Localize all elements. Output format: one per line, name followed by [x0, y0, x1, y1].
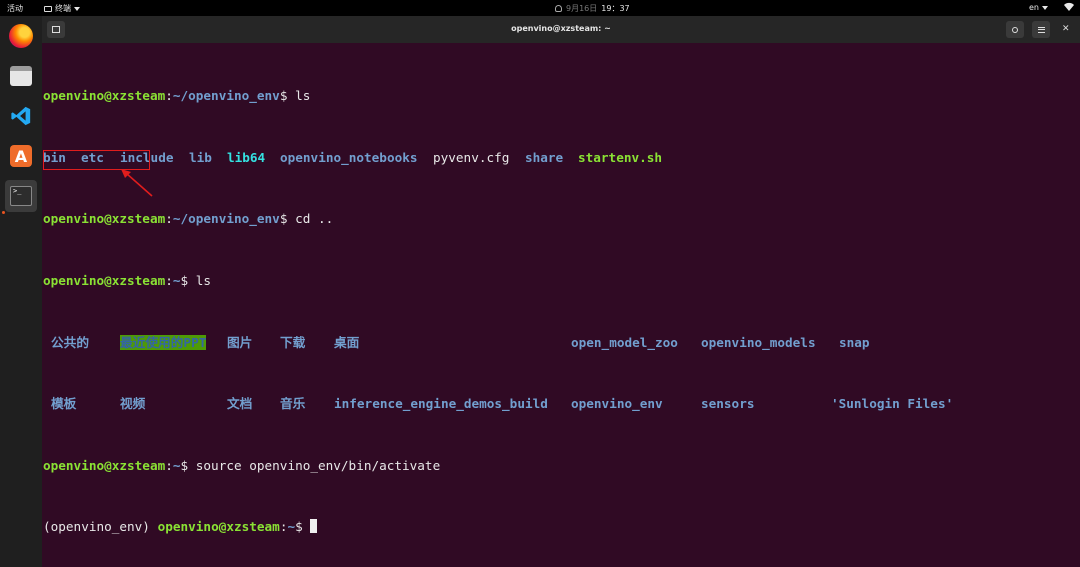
chevron-down-icon	[74, 6, 80, 11]
software-center-icon: A	[10, 145, 32, 167]
prompt-sep: :	[165, 273, 173, 289]
dock-item-firefox[interactable]	[5, 20, 37, 52]
text-cursor	[310, 519, 318, 534]
firefox-icon	[9, 24, 33, 48]
prompt-path: ~	[172, 273, 181, 289]
ls-entry: 桌面	[334, 334, 360, 350]
prompt-user: openvino@xzsteam	[157, 519, 280, 535]
prompt-user: openvino@xzsteam	[43, 211, 166, 227]
terminal-icon: >_	[10, 186, 32, 206]
language-label: en	[1029, 3, 1039, 12]
dock-item-vscode[interactable]	[5, 100, 37, 132]
annotation-arrow	[121, 169, 153, 197]
ls-entry: 图片	[227, 334, 253, 350]
ls-entry: openvino_models	[701, 334, 816, 350]
clock-time: 19：37	[601, 4, 630, 13]
prompt-sep: :	[165, 457, 173, 473]
prompt-sep: :	[165, 88, 173, 104]
wifi-icon[interactable]	[1064, 2, 1074, 14]
ls-entry: pyvenv.cfg	[433, 149, 510, 165]
ls-entry: 文档	[227, 396, 253, 412]
prompt-user: openvino@xzsteam	[43, 273, 166, 289]
dock-item-files[interactable]	[5, 60, 37, 92]
terminal-line: openvino@xzsteam:~$ ls	[43, 273, 1073, 288]
prompt-path: ~/openvino_env	[172, 211, 280, 227]
running-indicator	[2, 211, 5, 214]
ls-entry: openvino_notebooks	[280, 149, 418, 165]
prompt-symbol: $	[180, 273, 196, 289]
clock-date: 9月16日	[566, 4, 598, 13]
search-button[interactable]	[1006, 21, 1024, 38]
prompt-path: ~/openvino_env	[172, 88, 280, 104]
dock-item-software[interactable]: A	[5, 140, 37, 172]
ls-entry: snap	[839, 334, 870, 350]
window-headerbar: openvino@xzsteam: ~ ✕	[42, 16, 1080, 43]
dock: A >_	[0, 16, 42, 567]
clock[interactable]: 9月16日 19：37	[555, 3, 630, 14]
bell-icon	[555, 5, 562, 12]
ls-entry: lib	[189, 149, 212, 165]
ls-entry: share	[525, 149, 564, 165]
ls-entry: 音乐	[280, 396, 306, 412]
prompt-symbol: $	[295, 519, 311, 535]
vscode-icon	[11, 106, 31, 126]
ls-output-line: bin etc include lib lib64 openvino_noteb…	[43, 150, 1073, 165]
command-text: ls	[195, 273, 212, 289]
ls-entry: 模板	[51, 396, 77, 412]
chevron-down-icon	[1042, 5, 1048, 10]
dock-item-terminal[interactable]: >_	[5, 180, 37, 212]
activities-button[interactable]: 活动	[7, 3, 23, 14]
ls-output-line: 模板 视频 文档 音乐 inference_engine_demos_build…	[43, 396, 1073, 411]
hamburger-icon	[1037, 26, 1045, 33]
ls-entry: lib64	[227, 149, 266, 165]
ls-entry: 公共的	[51, 334, 90, 350]
ls-entry: startenv.sh	[578, 149, 663, 165]
prompt-path: ~	[287, 519, 296, 535]
window-title: openvino@xzsteam: ~	[511, 24, 611, 33]
menu-button[interactable]	[1032, 21, 1050, 38]
ls-entry: sensors	[701, 396, 755, 412]
ls-entry: open_model_zoo	[571, 334, 678, 350]
terminal-line: openvino@xzsteam:~/openvino_env$ ls	[43, 88, 1073, 103]
ls-entry: 视频	[120, 396, 146, 412]
terminal-line: openvino@xzsteam:~$ source openvino_env/…	[43, 458, 1073, 473]
ls-entry: 下载	[280, 334, 306, 350]
language-selector[interactable]: en	[1029, 3, 1048, 12]
terminal-output[interactable]: openvino@xzsteam:~/openvino_env$ ls bin …	[43, 42, 1073, 566]
ls-entry: 最近使用的PPT	[120, 334, 207, 351]
terminal-line: openvino@xzsteam:~/openvino_env$ cd ..	[43, 211, 1073, 226]
terminal-line: (openvino_env) openvino@xzsteam:~$	[43, 519, 1073, 534]
prompt-path: ~	[172, 457, 181, 473]
app-menu-label: 终端	[55, 4, 71, 13]
prompt-symbol: $	[279, 88, 296, 104]
prompt-symbol: $	[279, 211, 296, 227]
ls-entry: openvino_env	[571, 396, 663, 412]
files-icon	[10, 66, 32, 86]
command-text: ls	[295, 88, 311, 104]
command-text: cd ..	[295, 211, 334, 227]
terminal-mini-icon	[44, 5, 52, 12]
prompt-user: openvino@xzsteam	[43, 457, 166, 473]
prompt-symbol: $	[180, 457, 196, 473]
top-bar: 活动 终端 9月16日 19：37 en	[0, 0, 1080, 16]
prompt-user: openvino@xzsteam	[43, 88, 166, 104]
prompt-sep: :	[165, 211, 173, 227]
ls-output-line: 公共的 最近使用的PPT 图片 下载 桌面 open_model_zoo ope…	[43, 334, 1073, 351]
search-icon	[1012, 26, 1018, 33]
app-menu[interactable]: 终端	[44, 3, 80, 14]
venv-indicator: (openvino_env)	[43, 519, 150, 535]
ls-entry: 'Sunlogin Files'	[831, 396, 954, 412]
terminal-window[interactable]: openvino@xzsteam: ~ ✕ openvino@xzsteam:~…	[42, 16, 1080, 567]
close-icon[interactable]: ✕	[1062, 25, 1070, 34]
ls-entry: inference_engine_demos_build	[334, 396, 548, 412]
command-text: source openvino_env/bin/activate	[195, 457, 441, 473]
